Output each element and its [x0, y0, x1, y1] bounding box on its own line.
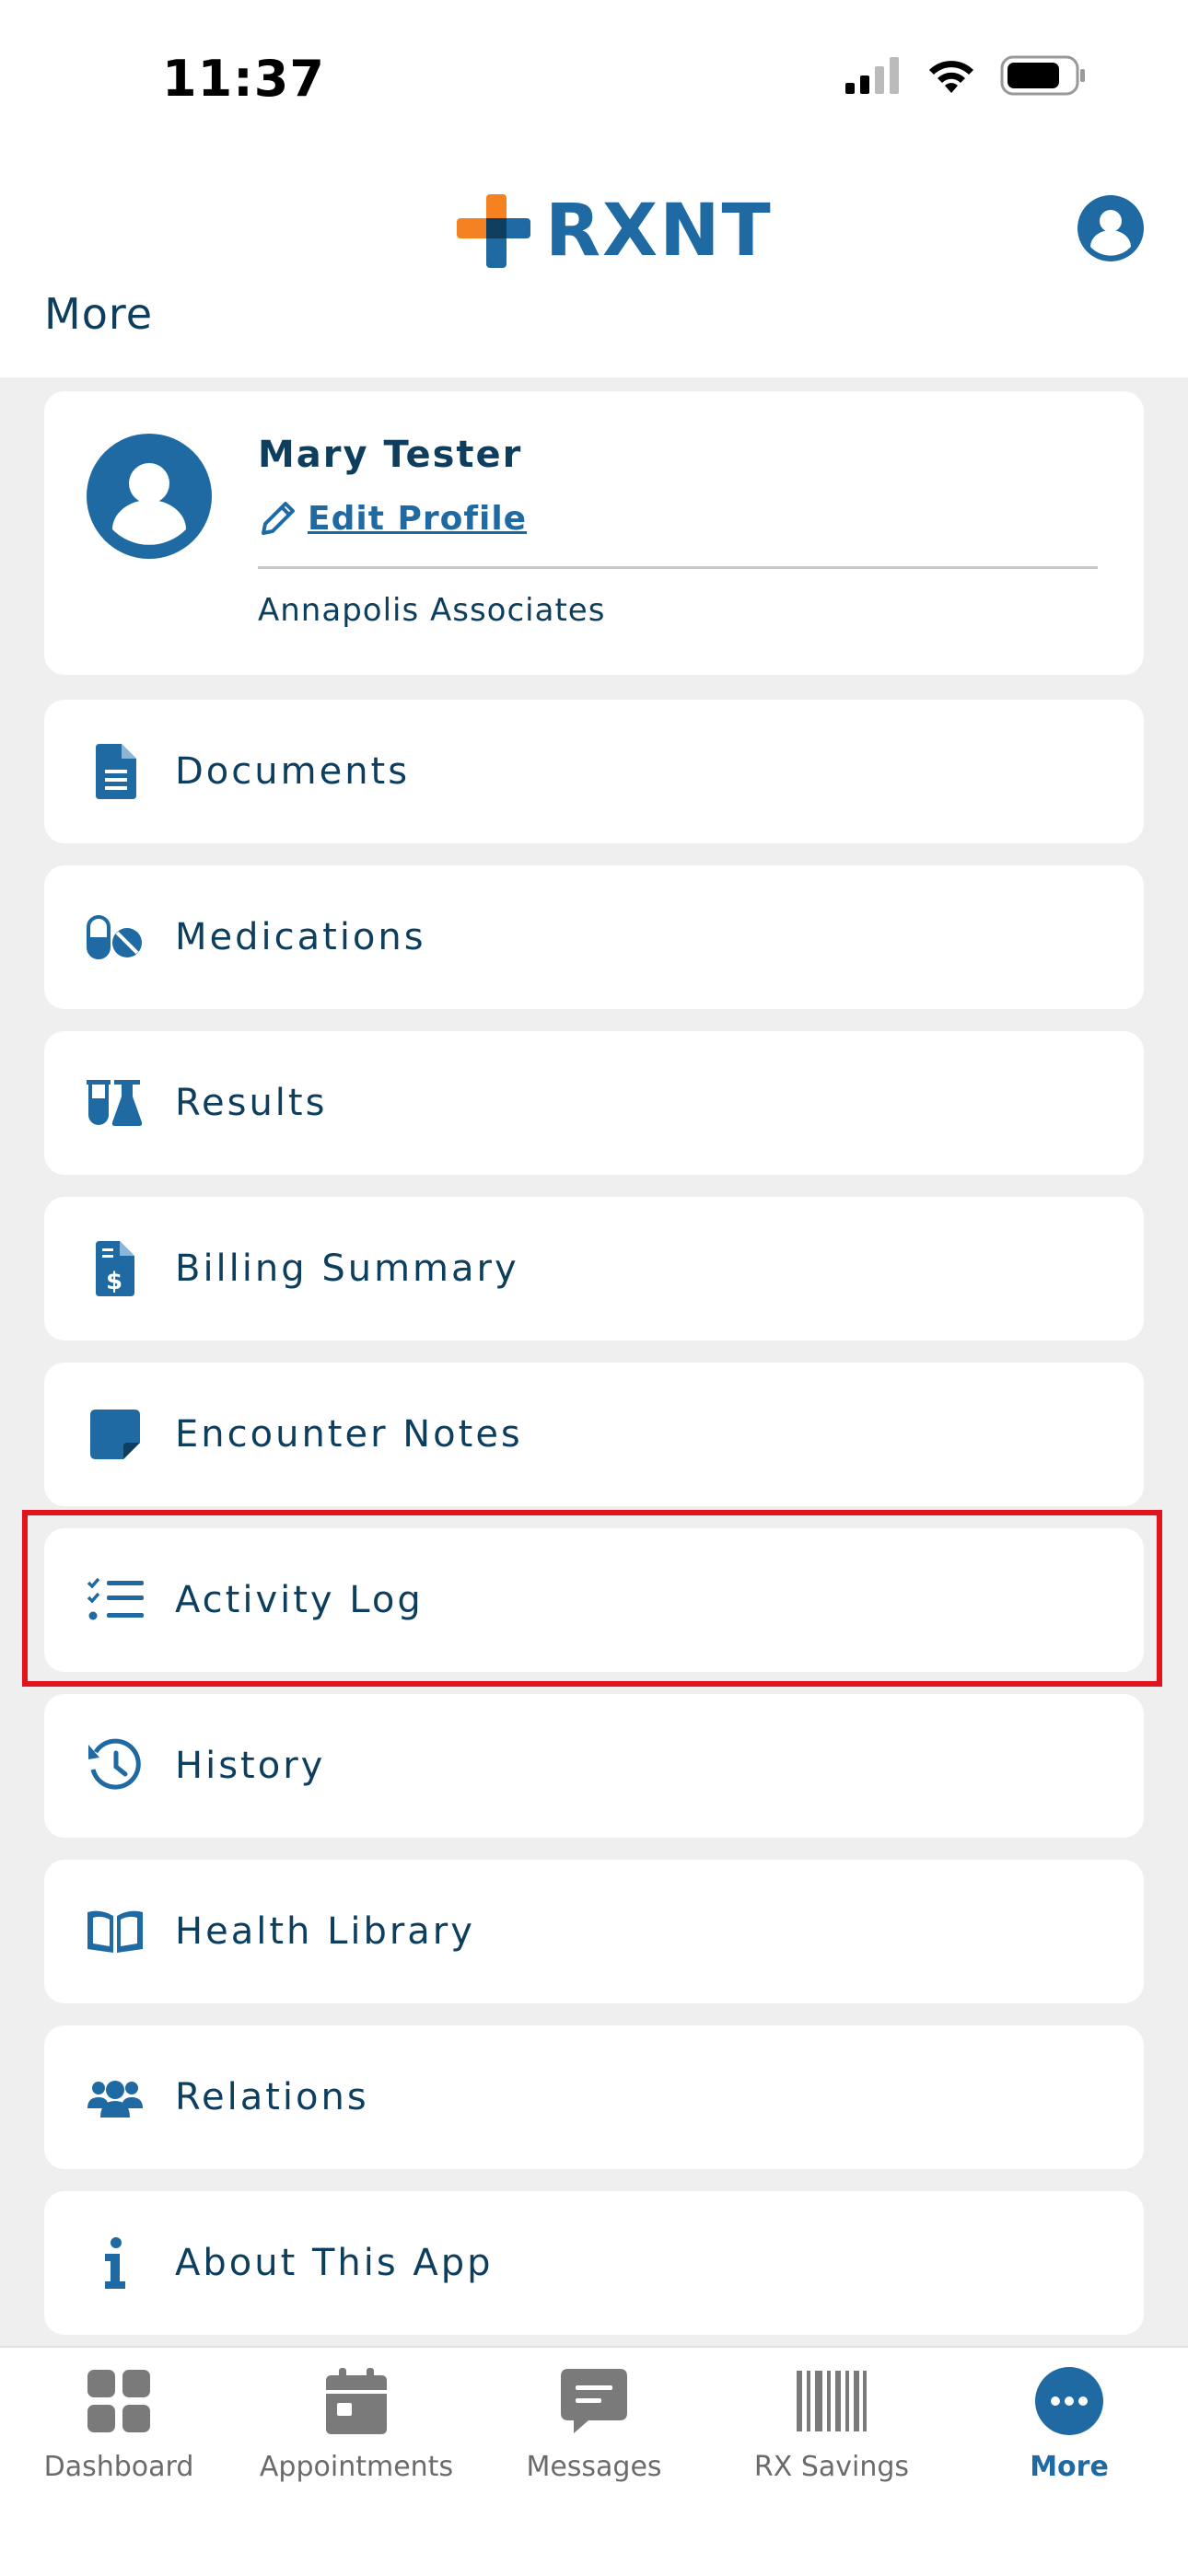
menu-item-label: Results: [175, 1082, 328, 1124]
status-icons: [844, 55, 1087, 96]
tab-appointments[interactable]: Appointments: [238, 2364, 475, 2521]
message-icon: [557, 2364, 631, 2438]
page-title: More: [44, 289, 154, 339]
barcode-icon: [795, 2364, 868, 2438]
calendar-icon: [320, 2364, 393, 2438]
tab-label: Appointments: [259, 2451, 454, 2483]
menu-item-label: Encounter Notes: [175, 1413, 523, 1456]
menu-item-label: Documents: [175, 750, 411, 793]
profile-name: Mary Tester: [258, 434, 523, 476]
document-icon: [85, 741, 146, 802]
menu-item-label: About This App: [175, 2242, 494, 2284]
edit-profile-label[interactable]: Edit Profile: [308, 500, 527, 538]
brand-name: RXNT: [545, 190, 773, 273]
book-icon: [85, 1901, 146, 1962]
history-icon: [85, 1735, 146, 1796]
user-circle-icon: [1077, 195, 1144, 261]
app-header: RXNT More: [0, 157, 1188, 377]
menu-item-label: Health Library: [175, 1910, 475, 1953]
dashboard-grid-icon: [82, 2364, 156, 2438]
invoice-dollar-icon: $: [85, 1238, 146, 1299]
pills-icon: [85, 907, 146, 968]
menu-item-relations[interactable]: Relations: [44, 2025, 1144, 2169]
bottom-tab-bar: Dashboard Appointments Messages RX Savin…: [0, 2346, 1188, 2576]
cellular-signal-icon: [845, 57, 899, 94]
profile-organization: Annapolis Associates: [258, 592, 606, 629]
battery-icon: [1000, 55, 1085, 96]
activity-log-highlight-box: [22, 1510, 1162, 1687]
svg-text:$: $: [106, 1268, 122, 1295]
menu-item-label: Relations: [175, 2076, 369, 2118]
tab-label: Dashboard: [43, 2451, 194, 2483]
more-dots-icon: [1032, 2364, 1106, 2438]
status-time: 11:37: [162, 50, 325, 108]
tab-rx-savings[interactable]: RX Savings: [713, 2364, 950, 2521]
pencil-icon: [262, 502, 295, 535]
tab-label: RX Savings: [753, 2451, 910, 2483]
menu-item-health-library[interactable]: Health Library: [44, 1860, 1144, 2003]
menu-item-results[interactable]: Results: [44, 1031, 1144, 1175]
profile-avatar-button[interactable]: [1076, 193, 1146, 263]
menu-item-billing-summary[interactable]: $ Billing Summary: [44, 1197, 1144, 1340]
menu-item-encounter-notes[interactable]: Encounter Notes: [44, 1363, 1144, 1506]
tab-label: More: [1030, 2451, 1109, 2483]
profile-divider: [258, 566, 1098, 569]
menu-item-label: Medications: [175, 916, 426, 958]
menu-item-medications[interactable]: Medications: [44, 865, 1144, 1009]
profile-avatar-icon: [87, 434, 212, 559]
lab-flask-icon: [85, 1073, 146, 1133]
users-icon: [85, 2067, 146, 2128]
menu-item-documents[interactable]: Documents: [44, 700, 1144, 843]
profile-card: Mary Tester Edit Profile Annapolis Assoc…: [44, 391, 1144, 675]
status-bar: 11:37: [0, 0, 1188, 157]
sticky-note-icon: [85, 1404, 146, 1465]
tab-label: Messages: [526, 2451, 662, 2483]
edit-profile-link[interactable]: Edit Profile: [258, 498, 527, 539]
menu-item-label: History: [175, 1745, 326, 1787]
menu-item-history[interactable]: History: [44, 1694, 1144, 1838]
tab-dashboard[interactable]: Dashboard: [0, 2364, 238, 2521]
rxnt-cross-icon: [457, 194, 530, 268]
menu-item-about-this-app[interactable]: About This App: [44, 2191, 1144, 2335]
menu-item-label: Billing Summary: [175, 1247, 519, 1290]
tab-more[interactable]: More: [950, 2364, 1188, 2521]
rxnt-logo: RXNT: [455, 190, 773, 273]
wifi-icon: [929, 61, 973, 93]
info-icon: [85, 2233, 146, 2293]
tab-messages[interactable]: Messages: [475, 2364, 713, 2521]
